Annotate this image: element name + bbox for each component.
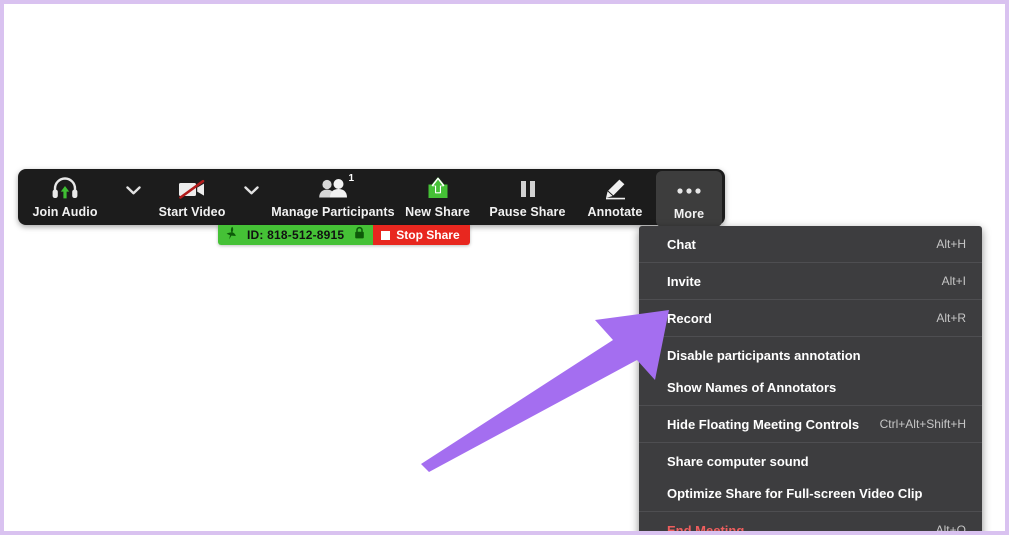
menu-item-chat[interactable]: Chat Alt+H <box>639 228 982 260</box>
menu-item-shortcut: Ctrl+Alt+Shift+H <box>879 417 966 431</box>
menu-item-share-computer-sound[interactable]: Share computer sound <box>639 445 982 477</box>
menu-separator <box>639 336 982 337</box>
menu-item-label: Record <box>667 310 712 326</box>
menu-item-record[interactable]: Record Alt+R <box>639 302 982 334</box>
headset-up-arrow-icon <box>50 176 80 202</box>
stop-share-button[interactable]: Stop Share <box>373 225 470 245</box>
camera-slashed-icon <box>176 176 208 202</box>
menu-separator <box>639 299 982 300</box>
toolbar-label-new-share: New Share <box>405 205 470 219</box>
chevron-down-icon-audio[interactable] <box>112 169 154 225</box>
stop-share-label: Stop Share <box>396 228 460 242</box>
menu-item-hide-floating-meeting-controls[interactable]: Hide Floating Meeting Controls Ctrl+Alt+… <box>639 408 982 440</box>
menu-item-label: Chat <box>667 236 696 252</box>
toolbar-button-more[interactable]: More <box>656 171 722 227</box>
menu-item-label: Share computer sound <box>667 453 809 469</box>
toolbar-button-manage-participants[interactable]: 1 Manage Participants <box>271 169 395 225</box>
toolbar-button-annotate[interactable]: Annotate <box>574 169 656 225</box>
participants-count-badge: 1 <box>348 173 354 184</box>
toolbar-button-start-video[interactable]: Start Video <box>154 169 230 225</box>
menu-item-invite[interactable]: Invite Alt+I <box>639 265 982 297</box>
menu-item-disable-participants-annotation[interactable]: Disable participants annotation <box>639 339 982 371</box>
menu-item-shortcut: Alt+H <box>936 237 966 251</box>
menu-item-label: End Meeting <box>667 522 745 535</box>
meeting-id-bar: ID: 818-512-8915 Stop Share <box>218 225 470 245</box>
menu-item-shortcut: Alt+R <box>936 311 966 325</box>
toolbar-label-manage-participants: Manage Participants <box>271 205 395 219</box>
menu-item-show-names-of-annotators[interactable]: Show Names of Annotators <box>639 371 982 403</box>
ellipsis-icon <box>674 178 704 204</box>
menu-separator <box>639 405 982 406</box>
participants-icon: 1 <box>317 173 354 202</box>
pin-icon <box>226 226 237 245</box>
stop-square-icon <box>381 230 391 240</box>
meeting-controls-toolbar: Join Audio Start Video 1 Manage Particip… <box>18 169 725 227</box>
more-dropdown-menu: Chat Alt+H Invite Alt+I Record Alt+R Dis… <box>639 226 982 535</box>
toolbar-label-start-video: Start Video <box>158 205 226 219</box>
menu-separator <box>639 511 982 512</box>
toolbar-button-join-audio[interactable]: Join Audio <box>18 169 112 225</box>
toolbar-label-pause-share: Pause Share <box>489 205 566 219</box>
menu-item-shortcut: Alt+I <box>941 274 966 288</box>
toolbar-button-pause-share[interactable]: Pause Share <box>481 169 574 225</box>
lock-icon[interactable] <box>354 226 365 244</box>
pencil-icon <box>602 176 628 202</box>
menu-item-shortcut: Alt+Q <box>935 523 966 535</box>
menu-item-label: Hide Floating Meeting Controls <box>667 416 860 432</box>
menu-item-end-meeting[interactable]: End Meeting Alt+Q <box>639 514 982 535</box>
menu-item-label: Optimize Share for Full-screen Video Cli… <box>667 485 923 501</box>
meeting-id-text: ID: 818-512-8915 <box>247 228 345 242</box>
toolbar-label-more: More <box>673 207 705 221</box>
menu-item-label: Show Names of Annotators <box>667 379 837 395</box>
share-screen-up-icon <box>424 176 452 202</box>
screenshot-page: Join Audio Start Video 1 Manage Particip… <box>0 0 1009 535</box>
menu-item-label: Disable participants annotation <box>667 347 861 363</box>
menu-separator <box>639 442 982 443</box>
menu-item-optimize-share-for-video-clip[interactable]: Optimize Share for Full-screen Video Cli… <box>639 477 982 509</box>
toolbar-button-new-share[interactable]: New Share <box>394 169 481 225</box>
meeting-id-green-section: ID: 818-512-8915 <box>218 225 374 245</box>
chevron-down-icon-video[interactable] <box>230 169 272 225</box>
zoom-share-canvas: Join Audio Start Video 1 Manage Particip… <box>4 4 1005 531</box>
toolbar-label-join-audio: Join Audio <box>32 205 98 219</box>
pause-icon <box>517 176 539 202</box>
menu-separator <box>639 262 982 263</box>
menu-item-label: Invite <box>667 273 701 289</box>
toolbar-label-annotate: Annotate <box>587 205 643 219</box>
